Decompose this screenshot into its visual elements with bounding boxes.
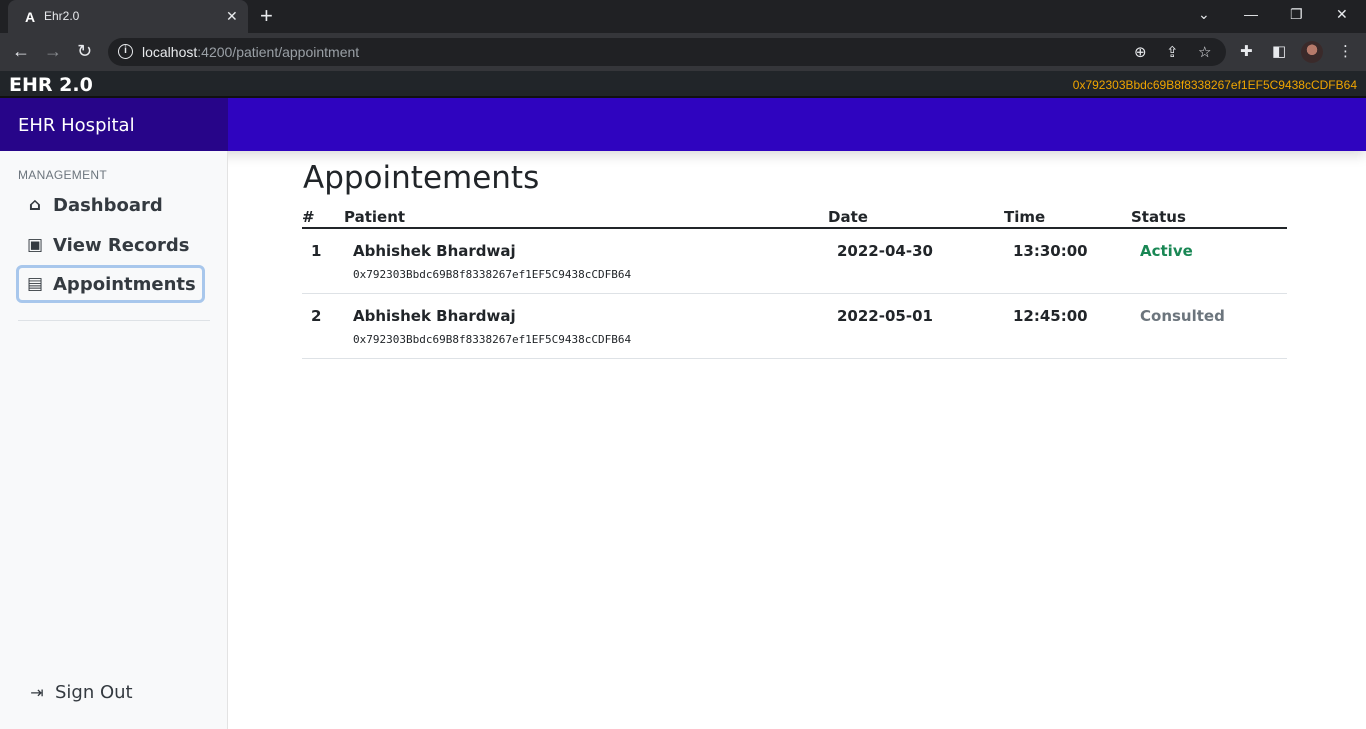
appointment-date: 2022-05-01 <box>837 307 933 325</box>
column-header-number: # <box>302 208 315 226</box>
status-badge: Consulted <box>1140 307 1225 325</box>
tab-title: Ehr2.0 <box>44 9 80 23</box>
column-header-time: Time <box>1004 208 1046 226</box>
restore-icon[interactable]: ❐ <box>1290 6 1303 23</box>
back-icon[interactable]: ← <box>12 41 30 61</box>
sidebar-item-label: Dashboard <box>53 194 163 216</box>
app-brand[interactable]: EHR 2.0 <box>9 74 93 96</box>
page-title: Appointements <box>303 160 540 196</box>
patient-address: 0x792303Bbdc69B8f8338267ef1EF5C9438cCDFB… <box>353 268 632 281</box>
tab-search-chevron-icon[interactable]: ⌄ <box>1198 6 1210 23</box>
appointment-time: 12:45:00 <box>1013 307 1088 325</box>
table-row[interactable]: 2 Abhishek Bhardwaj 0x792303Bbdc69B8f833… <box>302 294 1287 359</box>
sign-out-button[interactable]: ⇥ Sign Out <box>18 673 142 711</box>
sidebar-divider <box>18 320 210 321</box>
medical-file-icon: ▣ <box>26 235 44 255</box>
new-tab-icon[interactable]: + <box>260 5 273 27</box>
minimize-icon[interactable]: — <box>1244 6 1258 22</box>
site-info-icon[interactable]: i <box>118 44 133 59</box>
browser-toolbar: ← → ↻ i localhost:4200/patient/appointme… <box>0 33 1366 71</box>
bookmark-star-icon[interactable]: ☆ <box>1198 43 1211 61</box>
patient-name: Abhishek Bhardwaj <box>353 307 516 325</box>
row-number: 2 <box>311 307 322 325</box>
appointment-date: 2022-04-30 <box>837 242 933 260</box>
sidebar-item-label: Appointments <box>53 273 196 295</box>
extensions-puzzle-icon[interactable]: ✚ <box>1240 42 1253 60</box>
column-header-patient: Patient <box>344 208 406 226</box>
wallet-address: 0x792303Bbdc69B8f8338267ef1EF5C9438cCDFB… <box>1072 78 1357 92</box>
patient-name: Abhishek Bhardwaj <box>353 242 516 260</box>
sign-out-label: Sign Out <box>55 681 133 703</box>
forward-icon[interactable]: → <box>44 41 62 61</box>
hospital-name[interactable]: EHR Hospital <box>18 115 135 136</box>
share-icon[interactable]: ⇪ <box>1166 43 1179 61</box>
sidebar-section-label: MANAGEMENT <box>18 168 108 182</box>
sidebar-item-appointments[interactable]: ▤ Appointments <box>16 265 205 303</box>
sidebar-item-dashboard[interactable]: ⌂ Dashboard <box>16 186 172 224</box>
browser-tab-strip: A Ehr2.0 ✕ + ⌄ — ❐ ✕ <box>0 0 1366 33</box>
clipboard-icon: ▤ <box>26 274 44 294</box>
hospital-brand-block: EHR Hospital <box>0 98 228 151</box>
app-top-bar: EHR 2.0 0x792303Bbdc69B8f8338267ef1EF5C9… <box>0 71 1366 98</box>
sidebar-item-label: View Records <box>53 234 190 256</box>
appointment-time: 13:30:00 <box>1013 242 1088 260</box>
angular-favicon-icon: A <box>24 9 36 25</box>
zoom-icon[interactable]: ⊕ <box>1134 43 1147 61</box>
address-bar[interactable]: i localhost:4200/patient/appointment ⊕ ⇪… <box>108 38 1226 66</box>
profile-avatar[interactable] <box>1301 41 1323 63</box>
table-header: # Patient Date Time Status <box>302 206 1287 229</box>
row-number: 1 <box>311 242 322 260</box>
sign-out-icon: ⇥ <box>30 682 44 702</box>
appointments-table: # Patient Date Time Status 1 Abhishek Bh… <box>302 206 1287 359</box>
hospital-header: EHR Hospital <box>0 98 1366 151</box>
close-tab-icon[interactable]: ✕ <box>226 8 238 24</box>
home-icon: ⌂ <box>28 195 42 215</box>
table-row[interactable]: 1 Abhishek Bhardwaj 0x792303Bbdc69B8f833… <box>302 229 1287 294</box>
column-header-status: Status <box>1131 208 1186 226</box>
reload-icon[interactable]: ↻ <box>77 41 92 61</box>
patient-address: 0x792303Bbdc69B8f8338267ef1EF5C9438cCDFB… <box>353 333 632 346</box>
more-menu-icon[interactable]: ⋮ <box>1338 42 1353 60</box>
column-header-date: Date <box>828 208 868 226</box>
status-badge: Active <box>1140 242 1193 260</box>
url-text[interactable]: localhost:4200/patient/appointment <box>142 44 359 60</box>
browser-tab[interactable]: A Ehr2.0 ✕ <box>8 0 248 33</box>
sidebar: MANAGEMENT ⌂ Dashboard ▣ View Records ▤ … <box>0 151 228 729</box>
sidebar-item-view-records[interactable]: ▣ View Records <box>16 226 198 264</box>
side-panel-icon[interactable]: ◧ <box>1272 42 1286 60</box>
close-window-icon[interactable]: ✕ <box>1336 6 1348 23</box>
main-content: Appointements # Patient Date Time Status… <box>228 151 1366 729</box>
